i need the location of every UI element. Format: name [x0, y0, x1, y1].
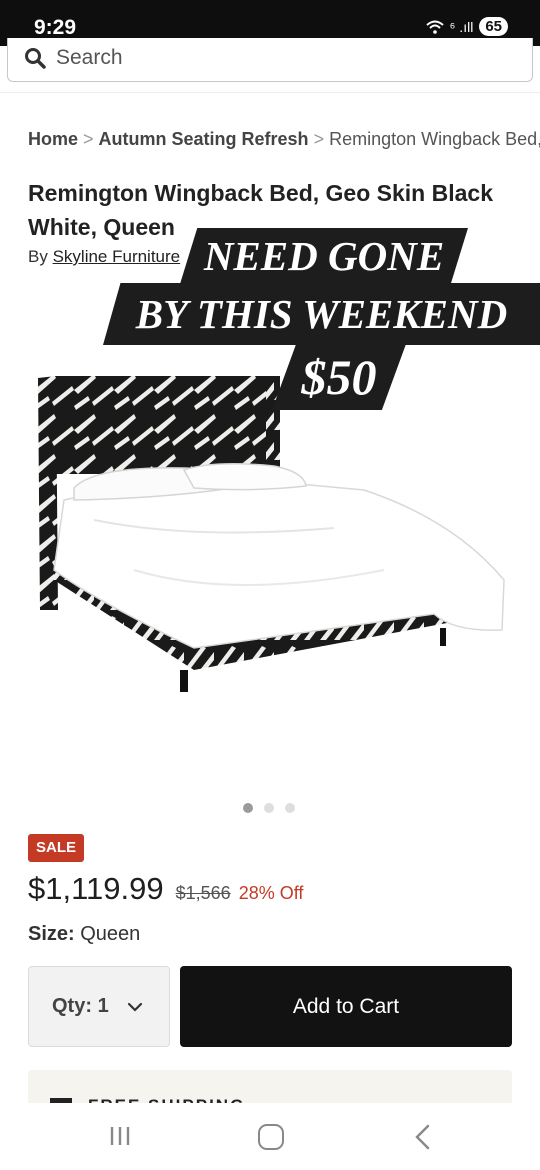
recent-apps-icon[interactable] — [108, 1125, 134, 1147]
chevron-right-icon: > — [313, 129, 325, 149]
breadcrumb-home[interactable]: Home — [28, 129, 78, 149]
current-price: $1,119.99 — [28, 871, 164, 906]
wifi-icon — [425, 20, 444, 34]
header-divider — [0, 92, 540, 93]
chevron-right-icon: > — [83, 129, 94, 149]
chevron-down-icon — [127, 1002, 142, 1012]
search-placeholder: Search — [56, 46, 123, 69]
search-input[interactable]: Search — [7, 38, 533, 82]
home-icon[interactable] — [258, 1124, 284, 1150]
search-icon — [25, 48, 46, 69]
breadcrumb-category[interactable]: Autumn Seating Refresh — [99, 129, 309, 149]
add-to-cart-button[interactable]: Add to Cart — [180, 966, 512, 1047]
system-nav-bar — [0, 1103, 540, 1170]
quantity-select[interactable]: Qty: 1 — [28, 966, 170, 1047]
size-value: Queen — [80, 923, 141, 945]
size-row: Size: Queen — [28, 923, 140, 946]
overlay-banner-line2: BY THIS WEEKEND — [103, 283, 540, 345]
carousel-dot[interactable] — [264, 803, 274, 813]
sale-badge: SALE — [28, 834, 85, 862]
qty-label: Qty: — [52, 995, 92, 1017]
product-image[interactable] — [34, 370, 506, 700]
signal-icon: ⁶ .ıll — [449, 18, 474, 35]
status-icons: ⁶ .ıll 65 — [425, 17, 508, 36]
price-row: $1,119.99 $1,566 28% Off — [28, 871, 303, 907]
back-icon[interactable] — [413, 1124, 433, 1150]
breadcrumb: Home > Autumn Seating Refresh > Remington Wi… — [28, 129, 540, 150]
carousel-dot[interactable] — [285, 803, 295, 813]
status-time: 9:29 — [34, 16, 77, 39]
battery-icon: 65 — [479, 17, 508, 36]
size-label: Size: — [28, 923, 75, 945]
breadcrumb-current: Remington Wingback Bed, Geo Skin Black W… — [329, 129, 540, 149]
overlay-banner-line1: NEED GONE — [180, 228, 468, 284]
carousel-dot[interactable] — [243, 803, 253, 813]
original-price: $1,566 — [175, 883, 231, 903]
brand-link[interactable]: Skyline Furniture — [53, 247, 181, 266]
image-carousel-dots — [243, 803, 295, 813]
byline-prefix: By — [28, 247, 48, 266]
discount-label: 28% Off — [238, 883, 304, 903]
qty-value: 1 — [97, 995, 109, 1017]
byline: By Skyline Furniture — [28, 247, 180, 267]
